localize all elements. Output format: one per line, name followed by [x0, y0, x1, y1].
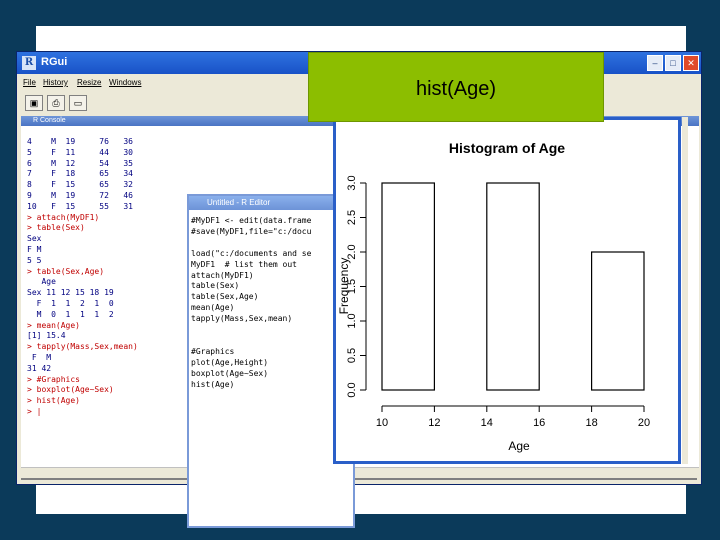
y-tick-label: 1.0 [346, 313, 358, 328]
console-line: > boxplot(Age~Sex) [27, 385, 114, 395]
callout-box: hist(Age) [308, 52, 604, 122]
editor-line: table(Sex,Age) [191, 292, 259, 302]
console-line: 7 F 18 65 34 [27, 169, 133, 179]
console-line: Sex 11 12 15 18 19 [27, 288, 114, 298]
console-line: Age [27, 277, 56, 287]
console-line: Sex [27, 234, 42, 244]
y-tick-label: 2.0 [346, 244, 358, 259]
editor-line: table(Sex) [191, 281, 240, 291]
editor-line: load("c:/documents and se [191, 248, 312, 258]
menu-resize[interactable]: Resize [77, 78, 101, 87]
editor-line: attach(MyDF1) [191, 270, 254, 280]
console-line: 10 F 15 55 31 [27, 201, 133, 211]
console-vertical-scrollbar[interactable] [682, 117, 688, 464]
print-icon[interactable]: ⎙ [47, 95, 65, 111]
console-line: > #Graphics [27, 374, 80, 384]
console-line: 9 M 19 72 46 [27, 191, 133, 200]
console-line: F M [27, 245, 42, 254]
console-line: > | [27, 407, 42, 416]
y-axis-label: Frequency [337, 258, 351, 315]
callout-text: hist(Age) [415, 78, 497, 100]
y-tick-label: 0.0 [346, 382, 358, 397]
x-tick-label: 18 [585, 417, 597, 429]
console-line: 8 F 15 65 32 [27, 180, 133, 190]
window-icon[interactable]: ▭ [69, 95, 87, 111]
console-line: M 0 1 1 1 2 [27, 309, 114, 319]
editor-line: mean(Age) [191, 303, 235, 313]
close-button[interactable]: ✕ [683, 55, 699, 71]
console-line: > attach(MyDF1) [27, 212, 100, 222]
console-line: 6 M 12 54 35 [27, 158, 133, 168]
console-line: > table(Sex,Age) [27, 266, 105, 276]
editor-line: #Graphics [191, 346, 235, 356]
histogram-bar [591, 251, 645, 391]
editor-line: plot(Age,Height) [191, 357, 269, 367]
editor-line: hist(Age) [191, 379, 235, 389]
r-logo-icon: R [22, 56, 36, 70]
console-line: F 1 1 2 1 0 [27, 299, 114, 308]
x-tick-label: 20 [638, 417, 650, 429]
menu-history[interactable]: History [43, 78, 68, 87]
console-line: 4 M 19 76 36 [27, 137, 133, 146]
graphics-device-window[interactable]: Histogram of Age 0.0 0.5 1.0 1.5 2.0 2.5 3.0 10 1… [333, 117, 681, 464]
menu-windows[interactable]: Windows [109, 78, 141, 87]
editor-title: Untitled - R Editor [189, 196, 353, 210]
console-line: > hist(Age) [27, 396, 80, 406]
chart-title: Histogram of Age [449, 140, 565, 156]
console-line: 5 F 11 44 30 [27, 147, 133, 157]
console-line: [1] 15.4 [27, 331, 66, 341]
x-tick-label: 16 [533, 417, 545, 429]
r-editor-window[interactable]: Untitled - R Editor #MyDF1 <- edit(data.… [187, 194, 355, 528]
minimize-button[interactable]: – [647, 55, 663, 71]
console-line: > tapply(Mass,Sex,mean) [27, 342, 138, 352]
histogram-chart: Histogram of Age0.00.51.01.52.02.53.010 1… [337, 140, 650, 453]
x-tick-label: 14 [481, 417, 493, 429]
copy-paste-icon[interactable]: ▣ [25, 95, 43, 111]
rgui-title: RGui [41, 56, 68, 68]
editor-line: MyDF1 # list them out [191, 259, 297, 269]
menu-file[interactable]: File [23, 78, 36, 87]
console-line: 5 5 [27, 255, 42, 265]
histogram-bar [381, 182, 436, 391]
x-axis-label: Age [508, 439, 530, 453]
y-tick-label: 2.5 [346, 210, 358, 225]
console-line: > mean(Age) [27, 320, 80, 330]
editor-line: boxplot(Age~Sex) [191, 368, 269, 378]
editor-line: #MyDF1 <- edit(data.frame [191, 216, 312, 225]
x-tick-label: 10 [376, 417, 388, 429]
maximize-button[interactable]: □ [665, 55, 681, 71]
console-line: 31 42 [27, 363, 52, 373]
console-horizontal-scrollbar[interactable] [21, 467, 699, 478]
console-line: > table(Sex) [27, 223, 85, 233]
y-tick-label: 3.0 [346, 175, 358, 190]
editor-line: #save(MyDF1,file="c:/docu [191, 226, 312, 236]
x-tick-label: 12 [428, 417, 440, 429]
console-line: F M [27, 353, 52, 362]
histogram-bar [486, 182, 540, 391]
editor-line: tapply(Mass,Sex,mean) [191, 314, 293, 324]
y-tick-label: 0.5 [346, 348, 358, 363]
